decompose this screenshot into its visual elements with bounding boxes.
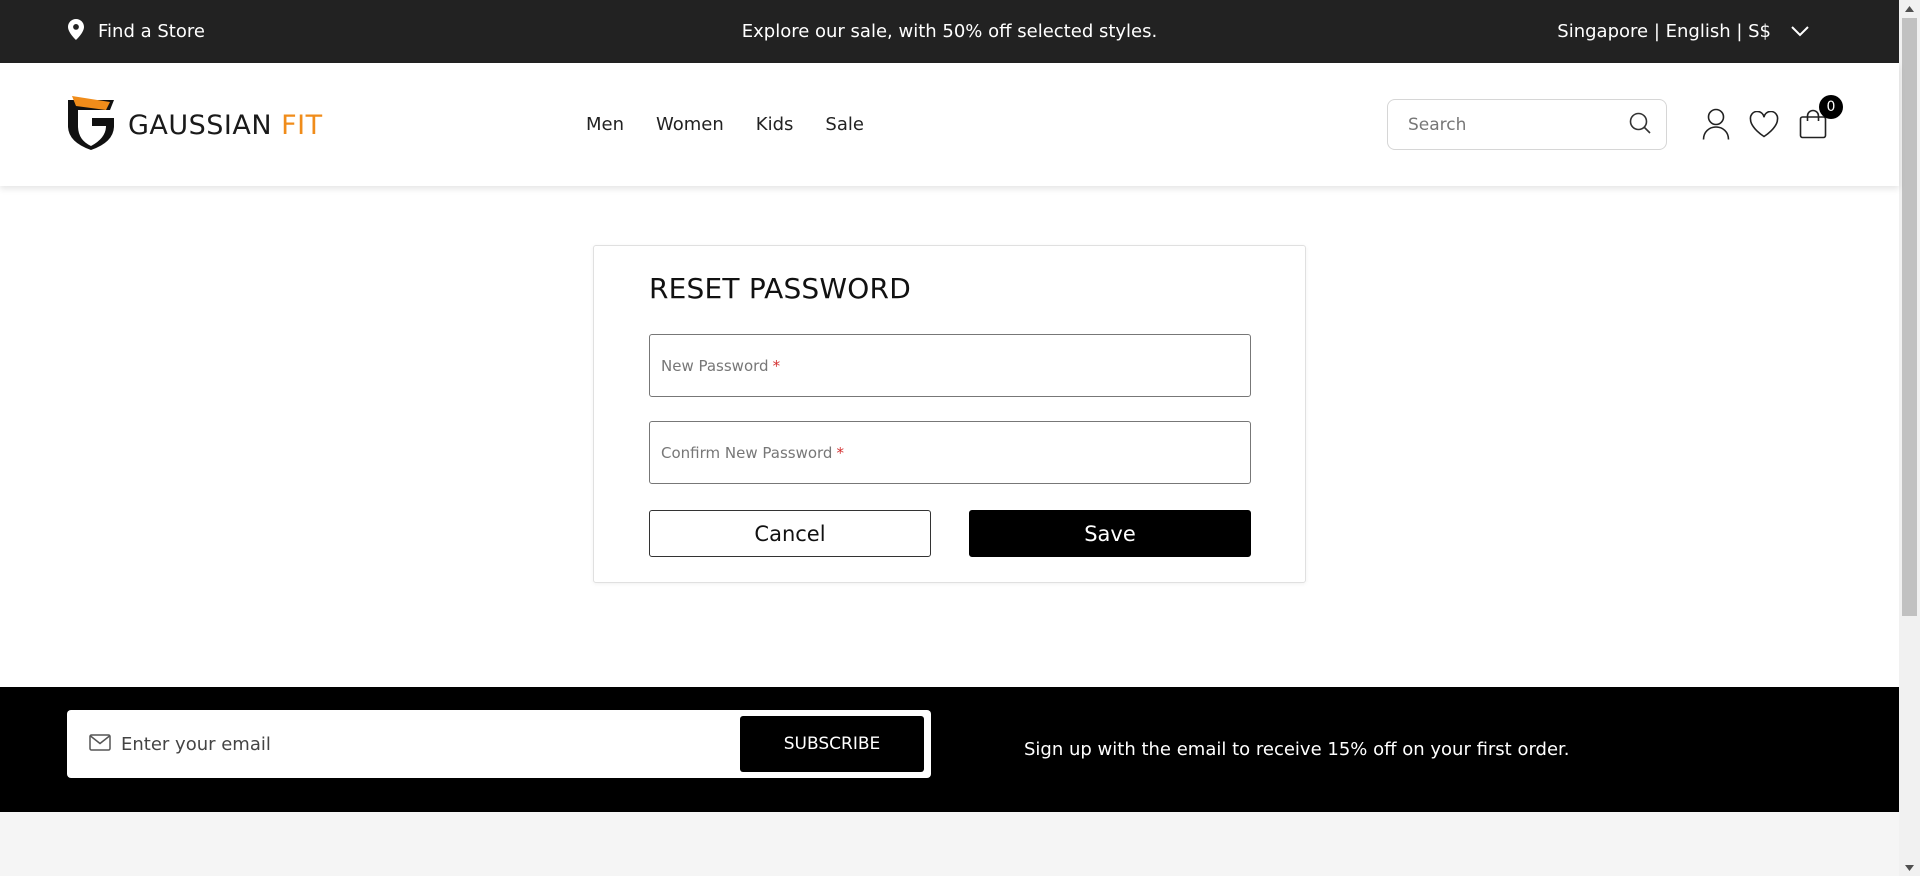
nav-item-women[interactable]: Women: [656, 114, 724, 135]
required-mark: *: [836, 443, 844, 462]
subscribe-button[interactable]: SUBSCRIBE: [740, 716, 924, 772]
search-box: [1387, 99, 1667, 150]
nav-item-kids[interactable]: Kids: [756, 114, 794, 135]
subscribe-form: SUBSCRIBE: [67, 710, 931, 778]
reset-password-card: RESET PASSWORD New Password * Confirm Ne…: [593, 245, 1306, 583]
cart-count-badge: 0: [1819, 95, 1843, 119]
main-content: RESET PASSWORD New Password * Confirm Ne…: [0, 186, 1899, 687]
brand-logo[interactable]: GAUSSIAN FIT: [66, 96, 323, 154]
scroll-down-arrow-icon[interactable]: [1899, 859, 1920, 876]
logo-accent: FIT: [281, 109, 323, 141]
required-mark: *: [772, 356, 781, 375]
footer: [0, 812, 1899, 876]
page-title: RESET PASSWORD: [649, 272, 911, 305]
site-header: GAUSSIAN FIT Men Women Kids Sale: [0, 63, 1899, 186]
user-icon[interactable]: [1699, 107, 1733, 141]
heart-icon[interactable]: [1747, 107, 1781, 141]
newsletter-tagline: Sign up with the email to receive 15% of…: [1024, 739, 1570, 760]
confirm-password-label: Confirm New Password: [661, 443, 833, 462]
logo-wordmark: GAUSSIAN FIT: [128, 110, 323, 141]
search-icon[interactable]: [1628, 111, 1652, 139]
logo-icon: [66, 96, 116, 154]
scrollbar-thumb[interactable]: [1902, 18, 1917, 616]
logo-main: GAUSSIAN: [128, 109, 273, 141]
vertical-scrollbar[interactable]: [1899, 0, 1920, 876]
nav-item-sale[interactable]: Sale: [825, 114, 864, 135]
email-input[interactable]: [121, 724, 721, 764]
save-button[interactable]: Save: [969, 510, 1251, 557]
mail-icon: [89, 734, 111, 755]
scroll-up-arrow-icon[interactable]: [1899, 0, 1920, 17]
newsletter-section: SUBSCRIBE Sign up with the email to rece…: [0, 687, 1899, 812]
locale-label: Singapore | English | S$: [1557, 21, 1771, 42]
new-password-label: New Password: [661, 356, 769, 375]
locale-selector[interactable]: Singapore | English | S$: [1557, 0, 1809, 63]
new-password-field[interactable]: New Password *: [649, 334, 1251, 397]
cancel-button[interactable]: Cancel: [649, 510, 931, 557]
main-nav: Men Women Kids Sale: [586, 63, 864, 186]
chevron-down-icon: [1791, 21, 1809, 42]
search-input[interactable]: [1408, 114, 1628, 135]
top-announcement-bar: Find a Store Explore our sale, with 50% …: [0, 0, 1899, 63]
confirm-password-field[interactable]: Confirm New Password *: [649, 421, 1251, 484]
nav-item-men[interactable]: Men: [586, 114, 624, 135]
